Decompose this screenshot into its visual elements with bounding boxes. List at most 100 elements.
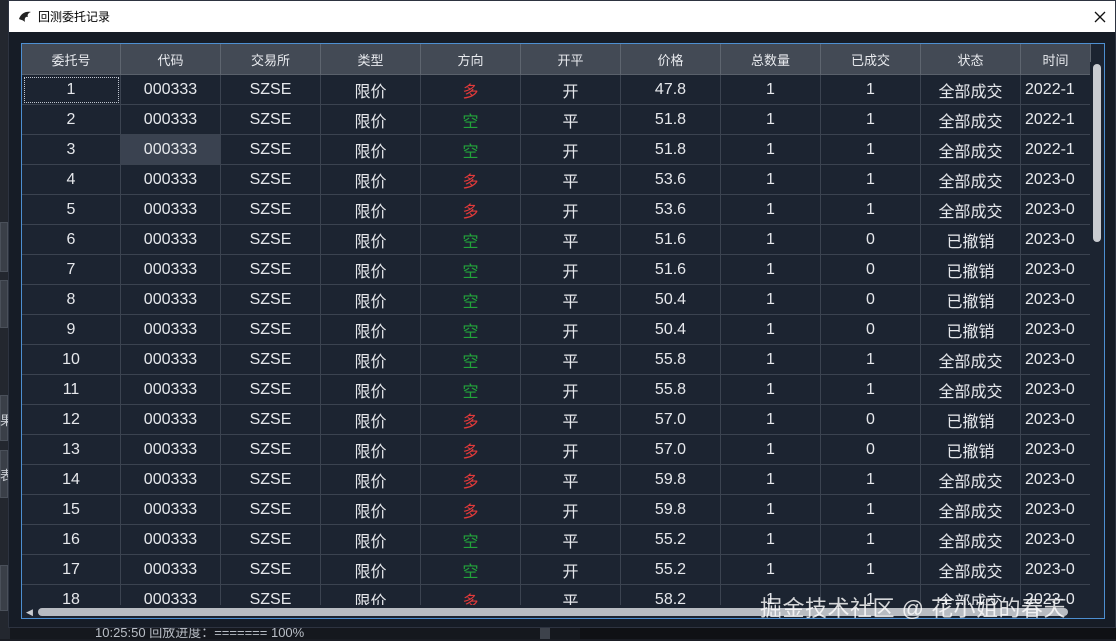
cell-direction[interactable]: 空 [421, 285, 521, 315]
cell-symbol[interactable]: 000333 [121, 315, 221, 345]
cell-offset[interactable]: 开 [521, 375, 621, 405]
cell-status[interactable]: 全部成交 [921, 375, 1021, 405]
cell-status[interactable]: 已撤销 [921, 225, 1021, 255]
cell-order-id[interactable]: 1 [22, 75, 121, 105]
cell-order-type[interactable]: 限价 [321, 435, 421, 465]
column-header-symbol[interactable]: 代码 [121, 44, 221, 75]
cell-traded-volume[interactable]: 0 [821, 435, 921, 465]
cell-exchange[interactable]: SZSE [221, 525, 321, 555]
cell-price[interactable]: 55.2 [621, 525, 721, 555]
cell-exchange[interactable]: SZSE [221, 555, 321, 585]
cell-order-type[interactable]: 限价 [321, 405, 421, 435]
cell-symbol[interactable]: 000333 [121, 525, 221, 555]
cell-exchange[interactable]: SZSE [221, 405, 321, 435]
cell-offset[interactable]: 开 [521, 435, 621, 465]
cell-order-id[interactable]: 5 [22, 195, 121, 225]
cell-exchange[interactable]: SZSE [221, 495, 321, 525]
cell-order-id[interactable]: 16 [22, 525, 121, 555]
cell-status[interactable]: 全部成交 [921, 165, 1021, 195]
cell-exchange[interactable]: SZSE [221, 585, 321, 605]
table-row[interactable]: 11 000333 SZSE 限价空开 55.8 1 1 全部成交 2023-0 [22, 375, 1090, 405]
cell-total-volume[interactable]: 1 [721, 525, 821, 555]
table-row[interactable]: 4 000333 SZSE 限价多平 53.6 1 1 全部成交 2023-0 [22, 165, 1090, 195]
cell-direction[interactable]: 多 [421, 165, 521, 195]
cell-time[interactable]: 2023-0 [1021, 255, 1090, 285]
cell-status[interactable]: 全部成交 [921, 195, 1021, 225]
cell-price[interactable]: 58.2 [621, 585, 721, 605]
dialog-titlebar[interactable]: 回测委托记录 [9, 1, 1115, 32]
cell-order-id[interactable]: 12 [22, 405, 121, 435]
cell-direction[interactable]: 多 [421, 405, 521, 435]
table-row[interactable]: 16 000333 SZSE 限价空平 55.2 1 1 全部成交 2023-0 [22, 525, 1090, 555]
close-button[interactable] [1085, 1, 1115, 32]
cell-traded-volume[interactable]: 1 [821, 375, 921, 405]
cell-status[interactable]: 全部成交 [921, 555, 1021, 585]
cell-price[interactable]: 59.8 [621, 465, 721, 495]
cell-order-type[interactable]: 限价 [321, 255, 421, 285]
cell-order-type[interactable]: 限价 [321, 195, 421, 225]
cell-order-id[interactable]: 6 [22, 225, 121, 255]
cell-time[interactable]: 2023-0 [1021, 465, 1090, 495]
column-header-order-id[interactable]: 委托号 [22, 44, 121, 75]
cell-direction[interactable]: 多 [421, 465, 521, 495]
cell-price[interactable]: 47.8 [621, 75, 721, 105]
cell-symbol[interactable]: 000333 [121, 585, 221, 605]
cell-price[interactable]: 50.4 [621, 285, 721, 315]
cell-symbol[interactable]: 000333 [121, 75, 221, 105]
cell-price[interactable]: 51.6 [621, 255, 721, 285]
cell-exchange[interactable]: SZSE [221, 225, 321, 255]
table-row[interactable]: 14 000333 SZSE 限价多平 59.8 1 1 全部成交 2023-0 [22, 465, 1090, 495]
cell-time[interactable]: 2022-1 [1021, 135, 1090, 165]
cell-order-id[interactable]: 4 [22, 165, 121, 195]
cell-price[interactable]: 51.8 [621, 135, 721, 165]
scroll-left-arrow-icon[interactable]: ◀ [26, 607, 33, 618]
vertical-scrollbar-thumb[interactable] [1093, 64, 1101, 242]
cell-price[interactable]: 55.2 [621, 555, 721, 585]
cell-time[interactable]: 2023-0 [1021, 345, 1090, 375]
cell-time[interactable]: 2023-0 [1021, 225, 1090, 255]
cell-order-id[interactable]: 2 [22, 105, 121, 135]
cell-total-volume[interactable]: 1 [721, 435, 821, 465]
cell-status[interactable]: 全部成交 [921, 495, 1021, 525]
cell-traded-volume[interactable]: 0 [821, 225, 921, 255]
cell-price[interactable]: 53.6 [621, 195, 721, 225]
cell-direction[interactable]: 多 [421, 585, 521, 605]
cell-traded-volume[interactable]: 1 [821, 345, 921, 375]
column-header-offset[interactable]: 开平 [521, 44, 621, 75]
cell-price[interactable]: 55.8 [621, 345, 721, 375]
cell-symbol[interactable]: 000333 [121, 405, 221, 435]
cell-order-id[interactable]: 13 [22, 435, 121, 465]
cell-symbol[interactable]: 000333 [121, 345, 221, 375]
cell-time[interactable]: 2023-0 [1021, 435, 1090, 465]
cell-order-id[interactable]: 15 [22, 495, 121, 525]
cell-total-volume[interactable]: 1 [721, 495, 821, 525]
cell-order-type[interactable]: 限价 [321, 285, 421, 315]
cell-total-volume[interactable]: 1 [721, 375, 821, 405]
cell-offset[interactable]: 平 [521, 165, 621, 195]
column-header-order-type[interactable]: 类型 [321, 44, 421, 75]
cell-time[interactable]: 2023-0 [1021, 525, 1090, 555]
cell-price[interactable]: 57.0 [621, 435, 721, 465]
table-row[interactable]: 3 000333 SZSE 限价空开 51.8 1 1 全部成交 2022-1 [22, 135, 1090, 165]
cell-order-type[interactable]: 限价 [321, 555, 421, 585]
cell-total-volume[interactable]: 1 [721, 105, 821, 135]
cell-offset[interactable]: 开 [521, 135, 621, 165]
cell-symbol[interactable]: 000333 [121, 285, 221, 315]
cell-offset[interactable]: 开 [521, 315, 621, 345]
cell-traded-volume[interactable]: 1 [821, 165, 921, 195]
cell-traded-volume[interactable]: 1 [821, 465, 921, 495]
cell-status[interactable]: 已撤销 [921, 435, 1021, 465]
cell-order-type[interactable]: 限价 [321, 75, 421, 105]
cell-offset[interactable]: 平 [521, 345, 621, 375]
table-row[interactable]: 8 000333 SZSE 限价空平 50.4 1 0 已撤销 2023-0 [22, 285, 1090, 315]
cell-exchange[interactable]: SZSE [221, 105, 321, 135]
cell-order-type[interactable]: 限价 [321, 585, 421, 605]
cell-order-type[interactable]: 限价 [321, 465, 421, 495]
cell-offset[interactable]: 开 [521, 495, 621, 525]
cell-direction[interactable]: 空 [421, 315, 521, 345]
cell-total-volume[interactable]: 1 [721, 285, 821, 315]
cell-exchange[interactable]: SZSE [221, 75, 321, 105]
column-header-direction[interactable]: 方向 [421, 44, 521, 75]
cell-order-type[interactable]: 限价 [321, 525, 421, 555]
cell-exchange[interactable]: SZSE [221, 255, 321, 285]
